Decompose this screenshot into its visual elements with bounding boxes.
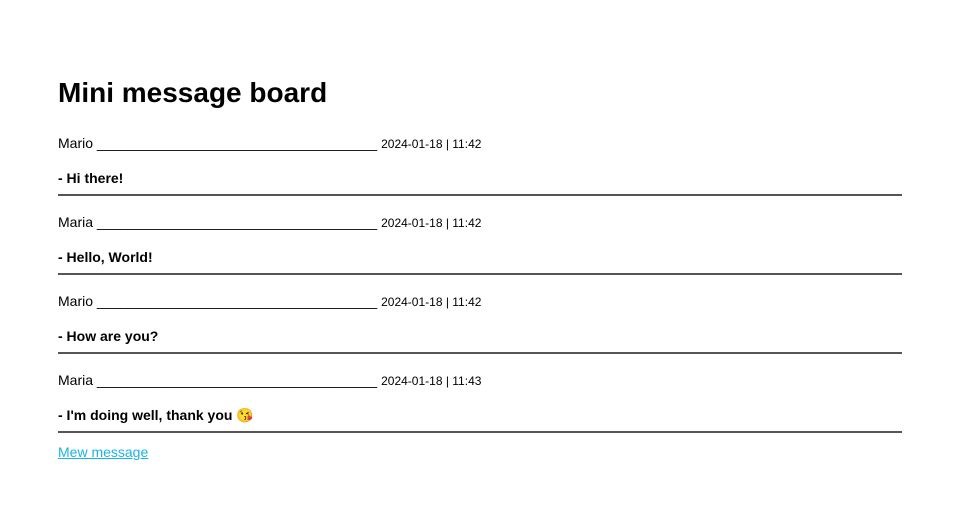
message-user: Mario (58, 293, 94, 309)
message-separator: ____________________________________ (96, 293, 378, 309)
message-separator: ____________________________________ (96, 214, 378, 230)
message-item: Maria __________________________________… (58, 212, 902, 291)
message-user: Maria (58, 372, 94, 388)
message-user: Maria (58, 214, 94, 230)
message-meta: Mario __________________________________… (58, 133, 481, 154)
message-item: Mario __________________________________… (58, 133, 902, 212)
message-text: - Hi there! (58, 170, 124, 186)
page-title: Mini message board (58, 77, 328, 108)
message-meta: Mario __________________________________… (58, 291, 481, 312)
message-divider (58, 431, 902, 433)
message-item: Maria __________________________________… (58, 370, 902, 449)
message-divider (58, 352, 902, 354)
message-text: - How are you? (58, 328, 159, 344)
message-divider (58, 194, 902, 196)
message-text: - Hello, World! (58, 249, 153, 265)
message-user: Mario (58, 135, 94, 151)
message-list: Mario __________________________________… (58, 133, 902, 449)
new-message-link[interactable]: Mew message (58, 442, 148, 462)
message-item: Mario __________________________________… (58, 291, 902, 370)
message-separator: ____________________________________ (96, 135, 378, 151)
message-date: 2024-01-18 | 11:42 (381, 137, 482, 151)
message-separator: ____________________________________ (96, 372, 378, 388)
message-date: 2024-01-18 | 11:43 (381, 374, 482, 388)
message-date: 2024-01-18 | 11:42 (381, 295, 482, 309)
message-meta: Maria __________________________________… (58, 212, 481, 233)
message-divider (58, 273, 902, 275)
message-date: 2024-01-18 | 11:42 (381, 216, 482, 230)
message-text: - I'm doing well, thank you 😘 (58, 407, 254, 423)
message-meta: Maria __________________________________… (58, 370, 481, 391)
